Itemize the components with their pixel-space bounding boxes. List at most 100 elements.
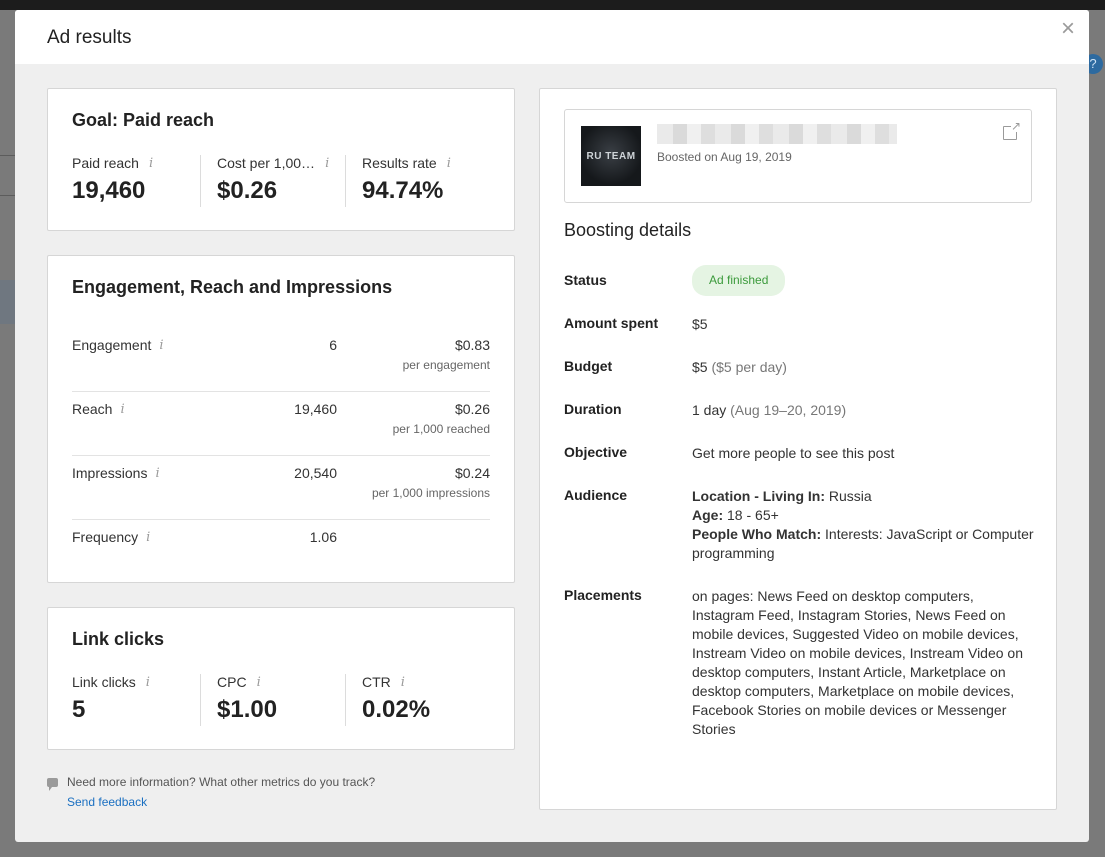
detail-row-status: Status Ad finished xyxy=(564,265,1034,315)
row-cost: $0.83 xyxy=(454,337,490,353)
background-topbar xyxy=(0,0,1105,10)
row-count: 19,460 xyxy=(294,401,337,417)
post-boost-date: Boosted on Aug 19, 2019 xyxy=(657,150,792,164)
goal-metrics: Paid reach i 19,460 Cost per 1,00… i $0.26… xyxy=(72,155,490,207)
metric-link-clicks: Link clicks i 5 xyxy=(72,674,200,726)
row-label: Frequency xyxy=(72,529,139,545)
metric-value: 0.02% xyxy=(362,696,431,723)
link-clicks-title: Link clicks xyxy=(72,629,165,649)
info-icon[interactable]: i xyxy=(149,156,153,171)
send-feedback-link[interactable]: Send feedback xyxy=(67,795,147,809)
engagement-title: Engagement, Reach and Impressions xyxy=(72,277,393,297)
table-row: Impressions i 20,540 $0.24 per 1,000 impr… xyxy=(72,456,490,520)
link-clicks-card: Link clicks Link clicks i 5 CPC i $1.00 CT… xyxy=(47,607,515,750)
goal-card: Goal: Paid reach Paid reach i 19,460 Cost… xyxy=(47,88,515,231)
engagement-card: Engagement, Reach and Impressions Engage… xyxy=(47,255,515,583)
detail-label: Objective xyxy=(564,444,628,460)
info-icon[interactable]: i xyxy=(146,530,150,545)
row-count: 1.06 xyxy=(309,529,337,545)
modal-title: Ad results xyxy=(47,27,132,48)
post-thumbnail: RU TEAM xyxy=(581,126,641,186)
audience-key: People Who Match: xyxy=(692,526,822,542)
detail-value: $5 xyxy=(692,316,708,332)
metric-label: Results rate xyxy=(362,155,437,171)
detail-row-audience: Audience Location - Living In: Russia Ag… xyxy=(564,487,1034,587)
row-cost-unit: per engagement xyxy=(402,358,490,372)
detail-label: Placements xyxy=(564,587,642,603)
detail-row-objective: Objective Get more people to see this po… xyxy=(564,444,1034,487)
metric-value: 94.74% xyxy=(362,177,444,204)
metric-ctr: CTR i 0.02% xyxy=(345,674,490,726)
row-label: Engagement xyxy=(72,337,152,353)
feedback-section: Need more information? What other metric… xyxy=(47,775,375,809)
metric-value: 19,460 xyxy=(72,177,146,204)
info-icon[interactable]: i xyxy=(325,156,329,171)
metric-label: CTR xyxy=(362,674,391,690)
row-cost-unit: per 1,000 reached xyxy=(392,422,490,436)
goal-title: Goal: Paid reach xyxy=(72,110,215,130)
post-title-redacted xyxy=(657,124,897,144)
background-divider xyxy=(0,155,15,156)
table-row: Engagement i 6 $0.83 per engagement xyxy=(72,328,490,392)
post-preview: RU TEAM Boosted on Aug 19, 2019 xyxy=(564,109,1032,203)
metric-cost-per-1000: Cost per 1,00… i $0.26 xyxy=(200,155,345,207)
detail-value: $5 xyxy=(692,359,708,375)
audience-key: Age: xyxy=(692,507,724,523)
detail-value: 1 day xyxy=(692,402,727,418)
metric-label: Paid reach xyxy=(72,155,139,171)
external-link-icon[interactable] xyxy=(1003,120,1021,140)
info-icon[interactable]: i xyxy=(447,156,451,171)
detail-label: Audience xyxy=(564,487,628,503)
detail-label: Budget xyxy=(564,358,613,374)
detail-row-placements: Placements on pages: News Feed on deskto… xyxy=(564,587,1034,739)
background-selected-row xyxy=(0,280,15,324)
row-label: Impressions xyxy=(72,465,148,481)
info-icon[interactable]: i xyxy=(155,466,159,481)
row-count: 6 xyxy=(329,337,337,353)
link-clicks-metrics: Link clicks i 5 CPC i $1.00 CTR i 0.02% xyxy=(72,674,490,726)
info-icon[interactable]: i xyxy=(257,675,261,690)
feedback-question: Need more information? What other metric… xyxy=(67,775,376,789)
metric-results-rate: Results rate i 94.74% xyxy=(345,155,490,207)
ad-results-modal: Ad results × Goal: Paid reach Paid reach… xyxy=(15,10,1089,842)
info-icon[interactable]: i xyxy=(146,675,150,690)
audience-value: 18 - 65+ xyxy=(727,507,779,523)
row-count: 20,540 xyxy=(294,465,337,481)
info-icon[interactable]: i xyxy=(120,402,124,417)
detail-value: on pages: News Feed on desktop computers… xyxy=(692,588,1024,737)
metric-label: Cost per 1,00… xyxy=(217,155,316,171)
metric-paid-reach: Paid reach i 19,460 xyxy=(72,155,200,207)
background-divider xyxy=(0,195,15,196)
info-icon[interactable]: i xyxy=(159,338,163,353)
boosting-details: Status Ad finished Amount spent $5 Budge… xyxy=(564,265,1034,739)
close-icon[interactable]: × xyxy=(1057,17,1079,41)
speech-bubble-icon xyxy=(47,777,58,791)
post-thumbnail-text: RU TEAM xyxy=(586,150,636,162)
table-row: Frequency i 1.06 xyxy=(72,520,490,584)
metric-label: Link clicks xyxy=(72,674,136,690)
table-row: Reach i 19,460 $0.26 per 1,000 reached xyxy=(72,392,490,456)
detail-label: Amount spent xyxy=(564,315,659,331)
row-label: Reach xyxy=(72,401,113,417)
status-badge: Ad finished xyxy=(692,265,786,296)
detail-note: (Aug 19–20, 2019) xyxy=(730,402,847,418)
metric-value: 5 xyxy=(72,696,86,723)
detail-label: Status xyxy=(564,272,607,288)
info-icon[interactable]: i xyxy=(401,675,405,690)
audience-value: Russia xyxy=(828,488,872,504)
detail-row-duration: Duration 1 day (Aug 19–20, 2019) xyxy=(564,401,1034,444)
modal-header: Ad results × xyxy=(15,10,1089,64)
metric-value: $0.26 xyxy=(217,177,278,204)
detail-row-budget: Budget $5 ($5 per day) xyxy=(564,358,1034,401)
detail-value: Get more people to see this post xyxy=(692,445,895,461)
metric-cpc: CPC i $1.00 xyxy=(200,674,345,726)
row-cost: $0.26 xyxy=(454,401,490,417)
boosting-details-title: Boosting details xyxy=(564,220,692,240)
metric-label: CPC xyxy=(217,674,247,690)
row-cost-unit: per 1,000 impressions xyxy=(371,486,490,500)
row-cost: $0.24 xyxy=(454,465,490,481)
metric-value: $1.00 xyxy=(217,696,278,723)
detail-label: Duration xyxy=(564,401,622,417)
boosting-card: RU TEAM Boosted on Aug 19, 2019 Boosting… xyxy=(539,88,1057,810)
audience-key: Location - Living In: xyxy=(692,488,825,504)
